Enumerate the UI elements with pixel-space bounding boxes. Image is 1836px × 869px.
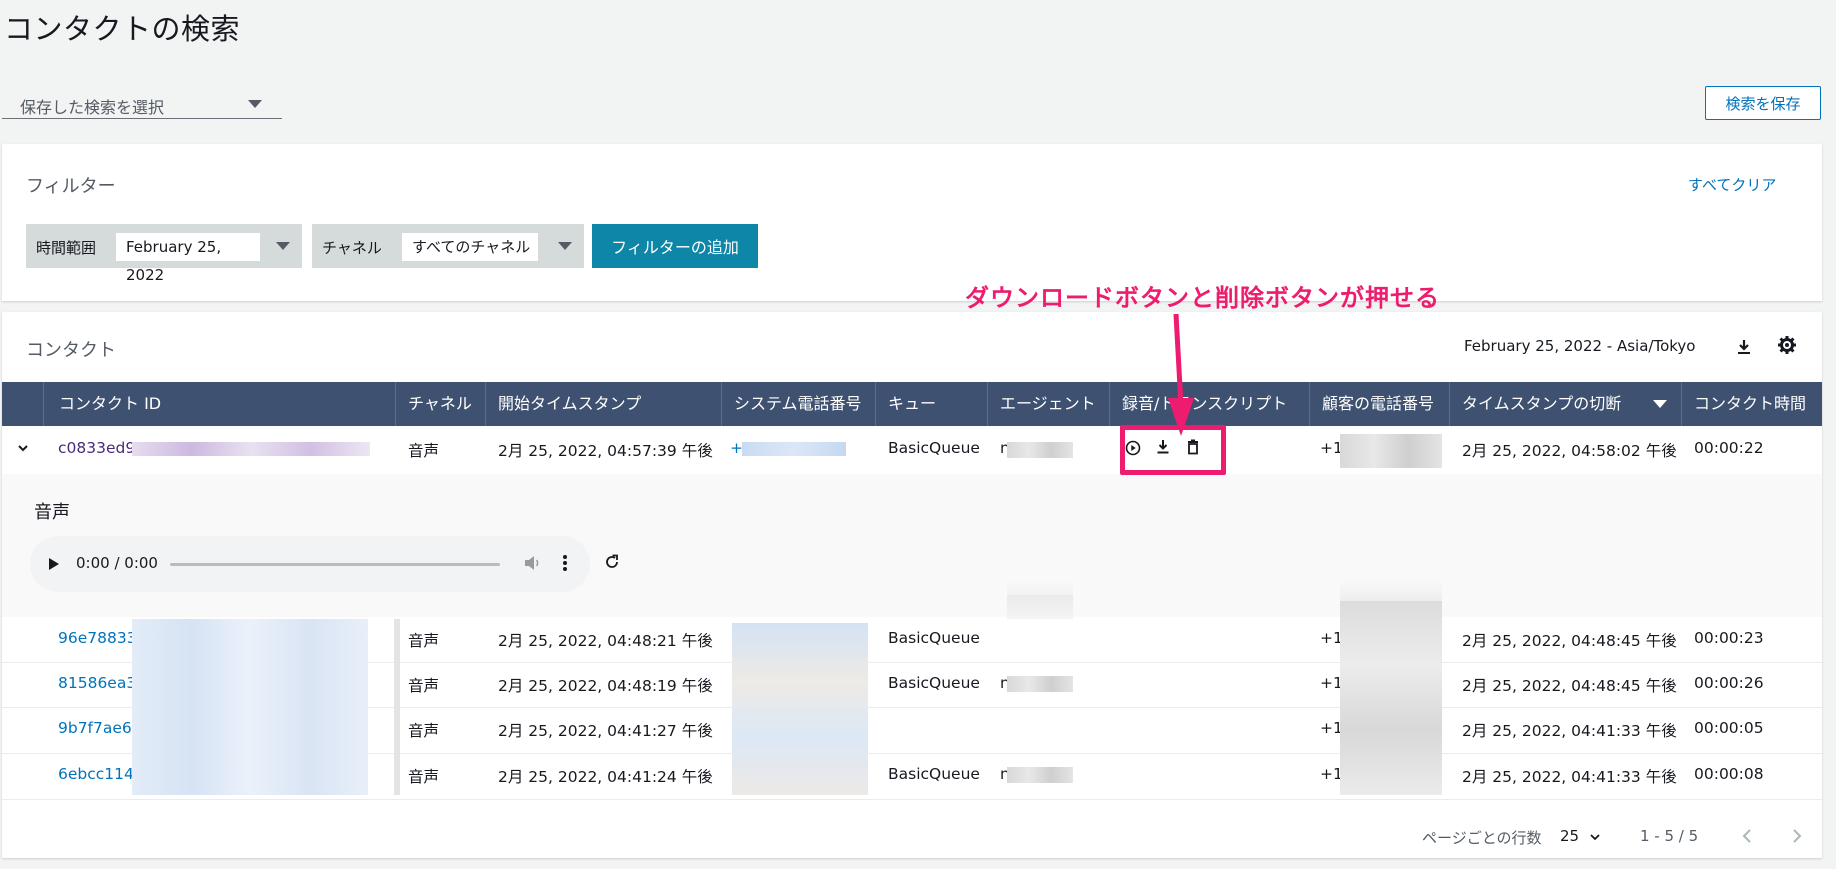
table-row[interactable]: c0833ed9- 音声 2月 25, 2022, 04:57:39 午後 + …	[2, 426, 1822, 475]
contacts-panel: コンタクト February 25, 2022 - Asia/Tokyo コンタ…	[2, 312, 1822, 858]
start-cell: 2月 25, 2022, 04:48:19 午後	[498, 677, 713, 695]
rows-per-page-select[interactable]: 25	[1560, 827, 1600, 845]
redacted-block	[1007, 767, 1073, 783]
contact-id-link[interactable]: 96e78833-	[58, 629, 142, 647]
redacted-block	[742, 442, 846, 456]
channel-cell: 音声	[408, 677, 440, 695]
audio-player[interactable]: 0:00 / 0:00	[30, 536, 590, 592]
disconnect-cell: 2月 25, 2022, 04:48:45 午後	[1462, 677, 1677, 695]
download-icon[interactable]	[1736, 338, 1752, 360]
channel-cell: 音声	[408, 632, 440, 650]
duration-cell: 00:00:26	[1694, 674, 1764, 692]
th-expand	[2, 382, 44, 426]
channel-cell: 音声	[408, 722, 440, 740]
chevron-down-icon[interactable]	[276, 242, 290, 250]
volume-icon[interactable]	[524, 555, 542, 575]
contact-id-link[interactable]: 6ebcc114-	[58, 765, 139, 783]
saved-search-select[interactable]: 保存した検索を選択	[2, 88, 282, 119]
th-customer-phone[interactable]: 顧客の電話番号	[1310, 382, 1450, 426]
filter-chip-key: チャネル	[322, 239, 382, 257]
th-duration[interactable]: コンタクト時間	[1682, 382, 1822, 426]
th-system-phone[interactable]: システム電話番号	[722, 382, 876, 426]
redacted-block	[1340, 601, 1442, 795]
redacted-block	[1007, 676, 1073, 692]
gear-icon[interactable]	[1778, 336, 1796, 358]
disconnect-cell: 2月 25, 2022, 04:48:45 午後	[1462, 632, 1677, 650]
audio-progress-bar[interactable]	[170, 563, 500, 566]
disconnect-cell: 2月 25, 2022, 04:58:02 午後	[1462, 442, 1677, 460]
refresh-icon[interactable]	[604, 554, 620, 574]
filter-chip-value: February 25, 2022	[116, 233, 260, 284]
chevron-down-icon[interactable]	[17, 440, 29, 458]
more-options-icon[interactable]	[562, 554, 568, 576]
contact-id-link[interactable]: c0833ed9-	[58, 439, 141, 457]
filter-chip-channel[interactable]: チャネル すべてのチャネル	[312, 224, 584, 268]
table-header: コンタクト ID チャネル 開始タイムスタンプ システム電話番号 キュー エージ…	[2, 382, 1822, 426]
annotation-arrow	[1166, 310, 1196, 444]
queue-cell: BasicQueue	[888, 439, 980, 457]
redacted-block	[132, 442, 370, 456]
contacts-title: コンタクト	[26, 340, 116, 361]
duration-cell: 00:00:23	[1694, 629, 1764, 647]
redacted-block	[394, 619, 400, 795]
filter-chip-value: すべてのチャネル	[402, 233, 538, 261]
date-timezone-label: February 25, 2022 - Asia/Tokyo	[1464, 337, 1696, 355]
sort-down-icon[interactable]	[1653, 400, 1667, 408]
start-cell: 2月 25, 2022, 04:41:27 午後	[498, 722, 713, 740]
contact-id-link[interactable]: 9b7f7ae6-	[58, 719, 137, 737]
filter-title: フィルター	[26, 176, 116, 197]
clear-all-link[interactable]: すべてクリア	[1688, 174, 1776, 195]
page-title: コンタクトの検索	[4, 12, 241, 46]
redacted-block	[132, 619, 368, 795]
redacted-block	[1007, 595, 1073, 619]
disconnect-cell: 2月 25, 2022, 04:41:33 午後	[1462, 722, 1677, 740]
annotation-text: ダウンロードボタンと削除ボタンが押せる	[965, 284, 1440, 312]
th-start[interactable]: 開始タイムスタンプ	[486, 382, 722, 426]
th-recording[interactable]: 録音/トランスクリプト	[1110, 382, 1310, 426]
disconnect-cell: 2月 25, 2022, 04:41:33 午後	[1462, 768, 1677, 786]
queue-cell: BasicQueue	[888, 765, 980, 783]
queue-cell: BasicQueue	[888, 629, 980, 647]
channel-cell: 音声	[408, 442, 440, 460]
expanded-row-detail: 音声 0:00 / 0:00	[2, 474, 1822, 617]
start-cell: 2月 25, 2022, 04:41:24 午後	[498, 768, 713, 786]
th-disconnect-label: タイムスタンプの切断	[1462, 394, 1622, 413]
chevron-left-icon[interactable]	[1742, 828, 1752, 848]
save-search-button[interactable]: 検索を保存	[1705, 86, 1821, 120]
th-queue[interactable]: キュー	[876, 382, 988, 426]
th-contact-id[interactable]: コンタクト ID	[44, 382, 396, 426]
start-cell: 2月 25, 2022, 04:57:39 午後	[498, 442, 713, 460]
chevron-right-icon[interactable]	[1792, 828, 1802, 848]
pagination: ページごとの行数 25 1 - 5 / 5	[2, 814, 1822, 858]
start-cell: 2月 25, 2022, 04:48:21 午後	[498, 632, 713, 650]
audio-time: 0:00 / 0:00	[76, 554, 158, 572]
page-range: 1 - 5 / 5	[1640, 827, 1699, 845]
th-agent[interactable]: エージェント	[988, 382, 1110, 426]
duration-cell: 00:00:08	[1694, 765, 1764, 783]
rows-per-page-value: 25	[1560, 827, 1580, 845]
redacted-block	[1340, 434, 1442, 468]
chevron-down-icon[interactable]	[558, 242, 572, 250]
filter-chip-key: 時間範囲	[36, 239, 97, 257]
duration-cell: 00:00:05	[1694, 719, 1764, 737]
th-disconnect[interactable]: タイムスタンプの切断	[1450, 382, 1682, 426]
contact-id-link[interactable]: 81586ea3-	[58, 674, 142, 692]
queue-cell: BasicQueue	[888, 674, 980, 692]
channel-cell: 音声	[408, 768, 440, 786]
chevron-down-icon	[1590, 834, 1600, 841]
th-channel[interactable]: チャネル	[396, 382, 486, 426]
add-filter-button[interactable]: フィルターの追加	[592, 224, 758, 268]
play-icon[interactable]	[48, 556, 60, 575]
filter-panel: フィルター すべてクリア 時間範囲 February 25, 2022 チャネル…	[2, 144, 1822, 301]
chevron-down-icon	[248, 100, 262, 108]
filter-chip-time-range[interactable]: 時間範囲 February 25, 2022	[26, 224, 302, 284]
redacted-block	[1007, 442, 1073, 458]
saved-search-placeholder: 保存した検索を選択	[20, 98, 165, 117]
rows-per-page-label: ページごとの行数	[1422, 829, 1542, 847]
audio-title: 音声	[34, 502, 70, 523]
annotation-highlight-box	[1120, 425, 1226, 475]
duration-cell: 00:00:22	[1694, 439, 1764, 457]
redacted-block	[732, 623, 868, 795]
